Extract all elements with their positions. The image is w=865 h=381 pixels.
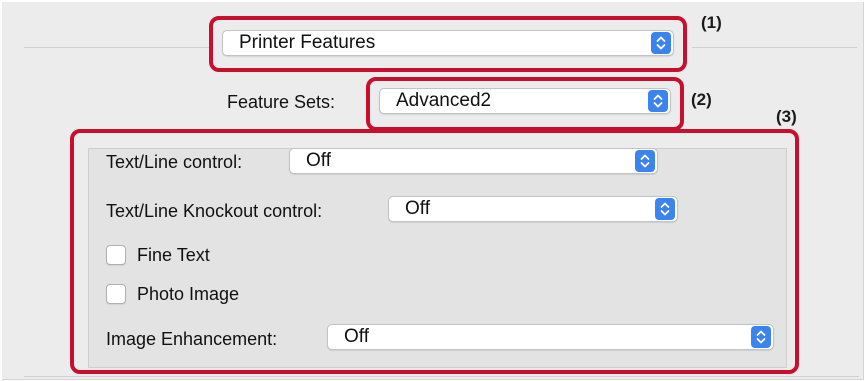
separator-top-left: [24, 47, 209, 48]
callout-box-3: [70, 129, 799, 374]
callout-label-1: (1): [701, 13, 722, 32]
callout-box-1: [209, 16, 687, 72]
separator-bottom: [24, 376, 859, 377]
callout-label-2: (2): [691, 90, 712, 109]
feature-sets-label: Feature Sets:: [227, 92, 336, 112]
callout-label-3: (3): [776, 107, 797, 126]
separator-top-right: [692, 47, 857, 48]
callout-box-2: [366, 77, 684, 131]
